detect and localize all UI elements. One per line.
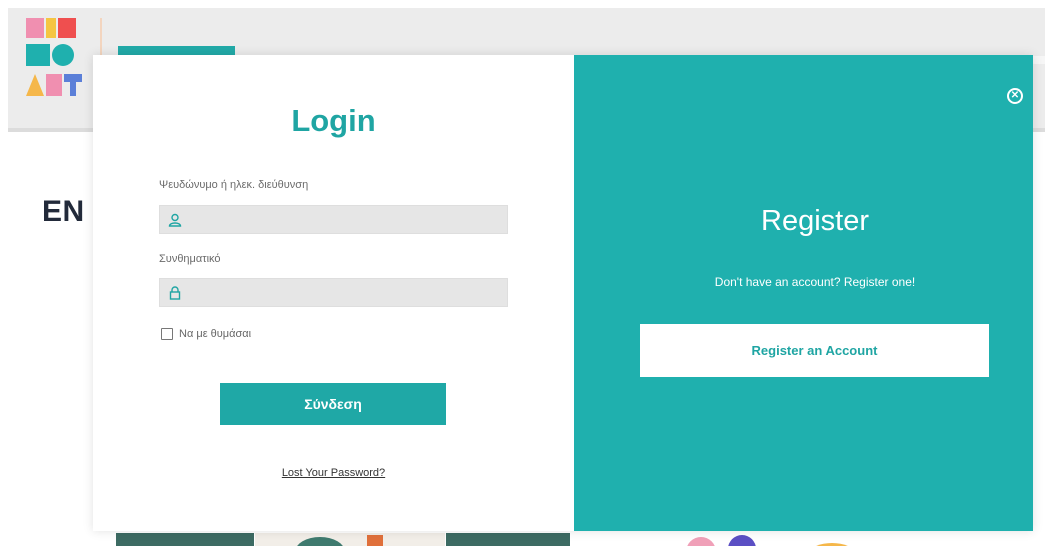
bid-to-art-logo[interactable] [24, 16, 86, 106]
artwork-thumbnail[interactable] [255, 533, 445, 546]
background-heading: EN [42, 195, 85, 228]
artwork-thumbnail[interactable] [578, 533, 1045, 546]
artwork-thumbnail[interactable] [116, 533, 254, 546]
username-label: Ψευδώνυμο ή ηλεκ. διεύθυνση [159, 179, 309, 191]
register-title: Register [761, 205, 869, 237]
login-register-modal: Login Ψευδώνυμο ή ηλεκ. διεύθυνση Συνθημ… [93, 55, 1033, 531]
username-input[interactable] [188, 206, 508, 235]
remember-me[interactable]: Να με θυμάσαι [161, 328, 251, 340]
register-panel: ✕ Register Don't have an account? Regist… [574, 55, 1033, 531]
username-field[interactable] [159, 205, 508, 235]
user-icon [168, 213, 182, 227]
page: EN Login Ψευδώνυμο ή ηλεκ. διεύθυνση Συν… [0, 0, 1045, 546]
artwork-shape [686, 537, 716, 546]
login-panel: Login Ψευδώνυμο ή ηλεκ. διεύθυνση Συνθημ… [93, 55, 574, 531]
password-label: Συνθηματικό [159, 253, 221, 265]
login-title: Login [291, 103, 376, 138]
password-input[interactable] [188, 279, 508, 308]
artwork-shape [367, 535, 383, 546]
register-subtitle: Don't have an account? Register one! [714, 275, 916, 289]
artwork-shape [728, 535, 756, 546]
lock-icon [169, 286, 181, 300]
lost-password-link[interactable]: Lost Your Password? [93, 467, 574, 479]
remember-me-label: Να με θυμάσαι [179, 328, 252, 340]
password-field[interactable] [159, 278, 508, 308]
remember-me-checkbox[interactable] [161, 328, 173, 340]
login-button[interactable]: Σύνδεση [220, 383, 446, 425]
close-icon[interactable]: ✕ [1007, 88, 1023, 104]
artwork-thumbnail[interactable] [446, 533, 570, 546]
artwork-shape [295, 537, 345, 546]
register-account-button[interactable]: Register an Account [640, 324, 989, 377]
